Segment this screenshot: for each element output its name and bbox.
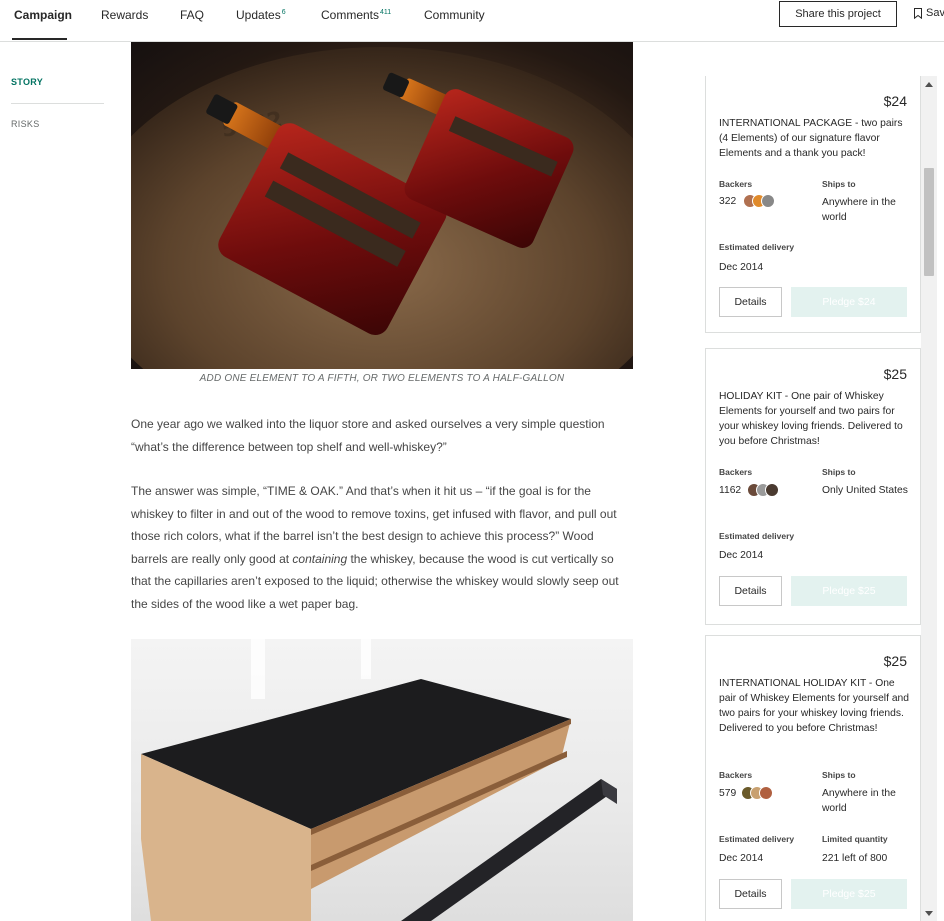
reward-price: $25 <box>883 366 907 382</box>
photo-caption: ADD ONE ELEMENT TO A FIFTH, OR TWO ELEME… <box>199 373 565 384</box>
reward-description: INTERNATIONAL PACKAGE - two pairs (4 Ele… <box>719 118 903 159</box>
ships-to-label: Ships to <box>822 770 856 780</box>
estimated-delivery-label: Estimated delivery <box>719 834 795 844</box>
estimated-delivery-value: Dec 2014 <box>719 262 764 273</box>
active-tab-indicator <box>12 38 67 40</box>
scroll-down-arrow-icon[interactable] <box>921 905 937 921</box>
backer-avatars <box>743 194 775 208</box>
tab-campaign-label: Campaign <box>14 8 73 22</box>
estimated-delivery-label: Estimated delivery <box>719 242 795 252</box>
save-label: Sav <box>926 7 944 19</box>
tab-faq[interactable]: FAQ <box>180 8 204 22</box>
backer-avatars <box>747 483 779 497</box>
backers-label: Backers <box>719 179 753 189</box>
story-paragraph-2: The answer was simple, “TIME & OAK.” And… <box>131 480 631 615</box>
wood-block <box>141 679 571 921</box>
updates-count: 6 <box>281 9 286 16</box>
rewards-column: $24 INTERNATIONAL PACKAGE - two pairs (4… <box>705 76 921 921</box>
project-nav: Campaign Rewards FAQ Updates6 Comments41… <box>0 0 944 42</box>
tab-comments[interactable]: Comments411 <box>321 8 391 22</box>
sidenav-story-link[interactable]: STORY <box>11 77 43 87</box>
avatar <box>761 194 775 208</box>
tab-updates[interactable]: Updates6 <box>236 8 286 22</box>
backers-label: Backers <box>719 467 753 477</box>
rewards-scrollbar[interactable] <box>921 76 937 921</box>
reward-card[interactable]: $25 HOLIDAY KIT - One pair of Whiskey El… <box>705 348 921 625</box>
reward-card[interactable]: $24 INTERNATIONAL PACKAGE - two pairs (4… <box>705 76 921 333</box>
backers-count: 579 <box>719 788 737 799</box>
reward-description: INTERNATIONAL HOLIDAY KIT - One pair of … <box>719 678 909 734</box>
tab-rewards[interactable]: Rewards <box>101 8 148 22</box>
save-button[interactable]: Sav <box>914 7 944 19</box>
story-paragraph-1: One year ago we walked into the liquor s… <box>131 417 605 454</box>
ships-to-value: Anywhere in the world <box>822 197 896 223</box>
estimated-delivery-value: Dec 2014 <box>719 550 764 561</box>
tab-community[interactable]: Community <box>424 8 485 22</box>
backers-count: 322 <box>719 196 737 207</box>
tab-rewards-label: Rewards <box>101 8 149 22</box>
share-project-button[interactable]: Share this project <box>779 1 897 27</box>
backers-label: Backers <box>719 770 753 780</box>
pledge-button[interactable]: Pledge $24 <box>791 287 907 317</box>
reward-card[interactable]: $25 INTERNATIONAL HOLIDAY KIT - One pair… <box>705 635 921 921</box>
estimated-delivery-value: Dec 2014 <box>719 853 764 864</box>
ships-to-label: Ships to <box>822 467 856 477</box>
sidenav-risks-link[interactable]: RISKS <box>11 119 40 129</box>
ships-to-label: Ships to <box>822 179 856 189</box>
scroll-up-arrow-icon[interactable] <box>921 76 937 92</box>
tab-campaign[interactable]: Campaign <box>14 8 72 22</box>
details-button[interactable]: Details <box>719 576 782 606</box>
tab-updates-label: Updates <box>236 8 281 22</box>
reward-price: $24 <box>883 93 907 109</box>
sidenav-divider <box>11 103 104 104</box>
estimated-delivery-label: Estimated delivery <box>719 531 795 541</box>
story-paragraph-2-emphasis: containing <box>292 551 348 566</box>
tab-faq-label: FAQ <box>180 8 205 22</box>
comments-count: 411 <box>380 9 392 16</box>
pledge-button[interactable]: Pledge $25 <box>791 576 907 606</box>
reward-description: HOLIDAY KIT - One pair of Whiskey Elemen… <box>719 391 903 447</box>
avatar <box>765 483 779 497</box>
avatar <box>759 786 773 800</box>
tab-community-label: Community <box>424 8 485 22</box>
charred-wood-photo <box>131 639 633 921</box>
tab-comments-label: Comments <box>321 8 380 22</box>
whiskey-bottles-photo: 5132 <box>131 42 633 369</box>
backer-avatars <box>741 786 773 800</box>
limited-quantity-label: Limited quantity <box>822 834 888 844</box>
reward-price: $25 <box>883 653 907 669</box>
limited-quantity-value: 221 left of 800 <box>822 853 888 864</box>
scrollbar-thumb[interactable] <box>924 168 934 276</box>
ships-to-value: Only United States <box>822 485 908 496</box>
pledge-button[interactable]: Pledge $25 <box>791 879 907 909</box>
ships-to-value: Anywhere in the world <box>822 788 896 814</box>
backers-count: 1162 <box>719 485 742 496</box>
details-button[interactable]: Details <box>719 287 782 317</box>
bookmark-icon <box>914 7 922 19</box>
details-button[interactable]: Details <box>719 879 782 909</box>
